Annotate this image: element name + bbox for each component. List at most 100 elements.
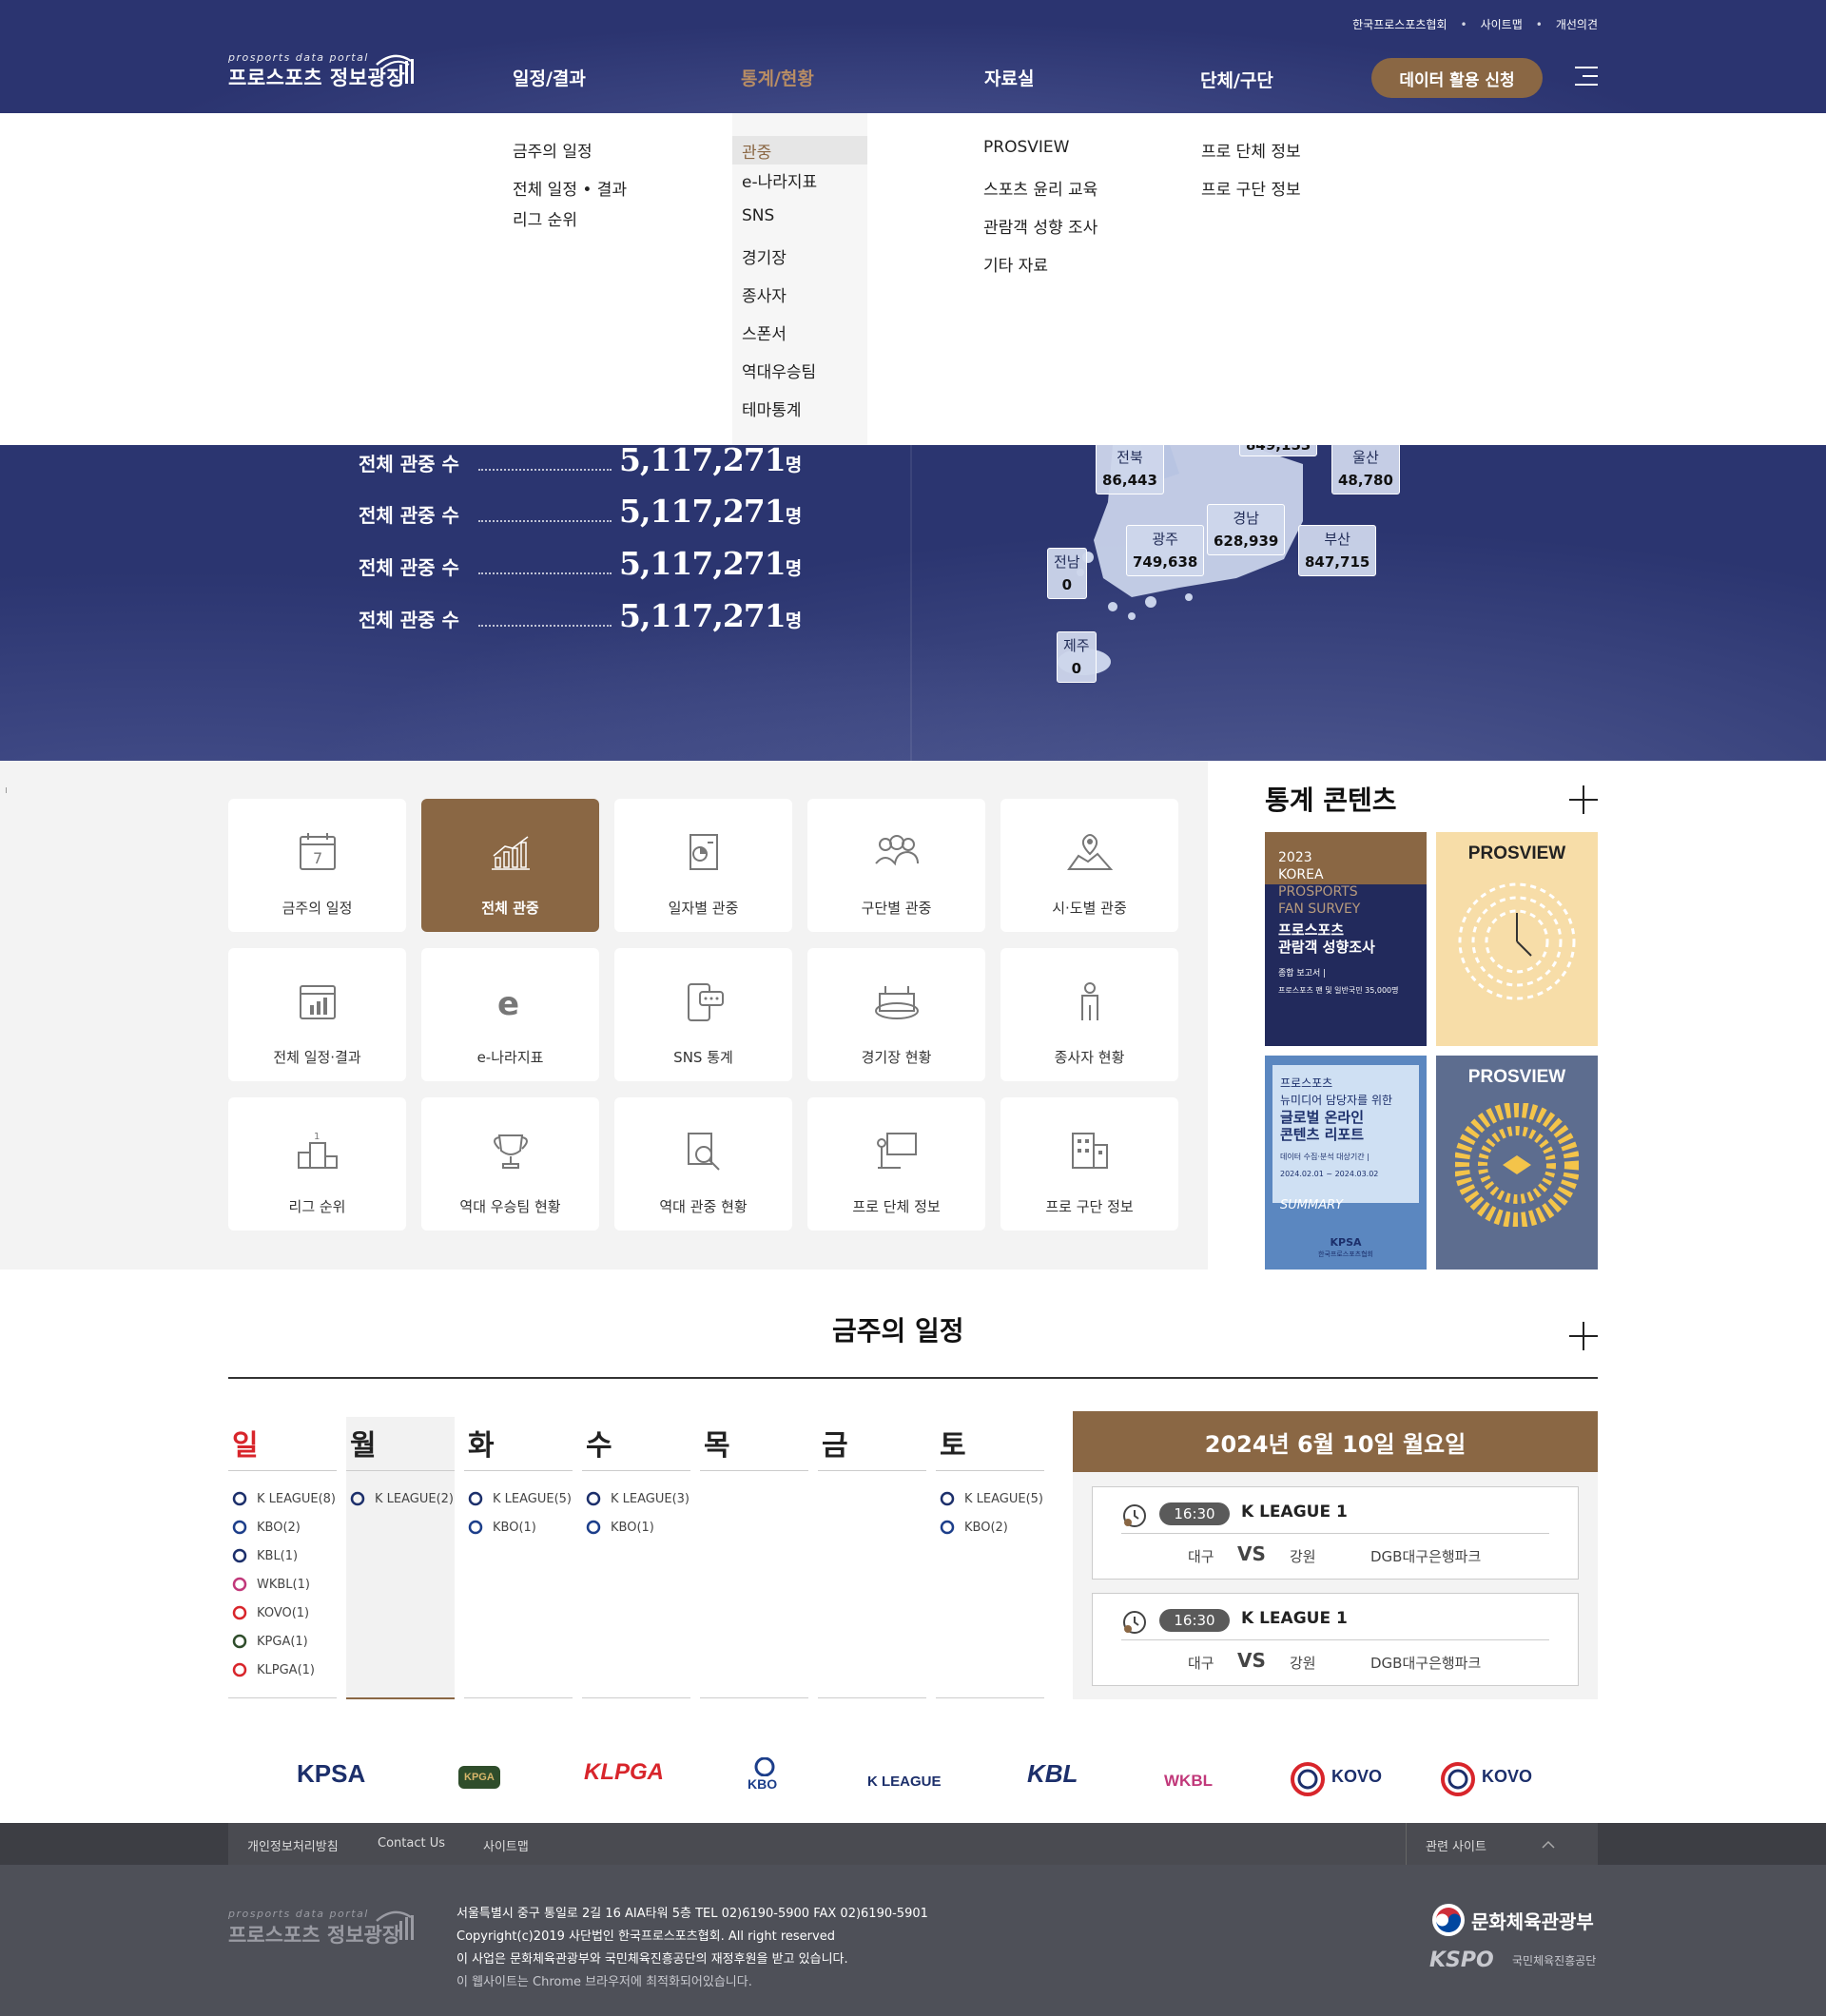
region-badge[interactable]: 849,153	[1239, 445, 1318, 456]
nav-organizations[interactable]: 단체/구단	[1200, 67, 1273, 92]
quick-card[interactable]: e e-나라지표	[421, 948, 599, 1081]
book-global-report[interactable]: 프로스포츠 뉴미디어 담당자를 위한 글로벌 온라인 콘텐츠 리포트 데이터 수…	[1265, 1056, 1427, 1270]
utility-link-feedback[interactable]: 개선의견	[1556, 16, 1598, 32]
footer-link-contact[interactable]: Contact Us	[378, 1836, 445, 1851]
quick-card[interactable]: 전체 일정·결과	[228, 948, 406, 1081]
mega-item-org-info[interactable]: 프로 단체 정보	[1201, 138, 1301, 162]
data-request-button[interactable]: 데이터 활용 신청	[1371, 58, 1543, 98]
day-header[interactable]: 월	[350, 1422, 377, 1464]
footer-link-sitemap[interactable]: 사이트맵	[483, 1836, 529, 1854]
quick-card[interactable]: 구단별 관중	[807, 799, 985, 932]
league-logo-icon	[230, 1605, 249, 1620]
league-entry[interactable]: KBO(1)	[584, 1520, 654, 1535]
partner-logo-klpga[interactable]: KLPGA	[584, 1759, 664, 1786]
mega-item-workers[interactable]: 종사자	[742, 282, 787, 306]
quick-card[interactable]: 역대 우승팀 현황	[421, 1097, 599, 1231]
stat-label: 전체 관중 수	[359, 609, 459, 631]
quick-card[interactable]: 경기장 현황	[807, 948, 985, 1081]
nav-schedule[interactable]: 일정/결과	[513, 65, 586, 90]
league-entry[interactable]: KPGA(1)	[230, 1634, 308, 1649]
region-badge[interactable]: 부산 847,715	[1298, 525, 1377, 576]
league-entry[interactable]: WKBL(1)	[230, 1577, 310, 1592]
related-sites-select[interactable]: 관련 사이트	[1426, 1836, 1486, 1854]
book-prosview-1[interactable]: PROSVIEW	[1436, 832, 1598, 1046]
chevron-up-icon[interactable]	[1541, 1838, 1556, 1850]
plus-icon[interactable]	[1569, 1322, 1598, 1350]
stat-label: 전체 관중 수	[359, 556, 459, 579]
quick-card[interactable]: 일자별 관중	[614, 799, 792, 932]
league-entry[interactable]: KLPGA(1)	[230, 1662, 315, 1677]
quick-card[interactable]: 7 금주의 일정	[228, 799, 406, 932]
book-fan-survey[interactable]: 2023 KOREA PROSPORTS FAN SURVEY 프로스포츠 관람…	[1265, 832, 1427, 1046]
league-entry[interactable]: K LEAGUE(8)	[230, 1491, 336, 1506]
game-away: 강원	[1290, 1548, 1316, 1565]
region-badge[interactable]: 전북 86,443	[1096, 445, 1164, 494]
day-header[interactable]: 수	[586, 1422, 612, 1464]
quick-card[interactable]: 프로 단체 정보	[807, 1097, 985, 1231]
league-entry[interactable]: K LEAGUE(3)	[584, 1491, 690, 1506]
partner-logo-kovo[interactable]: KOVO	[1331, 1767, 1382, 1787]
partner-logo-kbl[interactable]: KBL	[1027, 1759, 1078, 1789]
mega-item-standings[interactable]: 리그 순위	[513, 206, 577, 230]
mega-item-all-results[interactable]: 전체 일정 • 결과	[513, 176, 627, 200]
mega-item-stadium[interactable]: 경기장	[742, 244, 787, 268]
partner-logo-kpga[interactable]: KPGA	[458, 1766, 500, 1789]
region-badge[interactable]: 경남 628,939	[1207, 504, 1286, 555]
game-card[interactable]: 16:30 K LEAGUE 1 대구 VS 강원 DGB대구은행파크	[1092, 1486, 1579, 1580]
mega-item-champions[interactable]: 역대우승팀	[742, 359, 816, 382]
partner-logo-kleague[interactable]: K LEAGUE	[867, 1774, 942, 1790]
partner-logo-kpsa[interactable]: KPSA	[297, 1759, 365, 1789]
league-entry[interactable]: KBO(2)	[938, 1520, 1008, 1535]
mega-item-theme[interactable]: 테마통계	[742, 397, 802, 420]
mega-item-ethics[interactable]: 스포츠 윤리 교육	[983, 176, 1098, 200]
nav-archive[interactable]: 자료실	[984, 65, 1034, 90]
region-badge[interactable]: 전남 0	[1047, 548, 1087, 599]
mega-item-sponsor[interactable]: 스폰서	[742, 320, 787, 344]
mega-item-sns[interactable]: SNS	[742, 206, 774, 225]
utility-link-sitemap[interactable]: 사이트맵	[1481, 16, 1523, 32]
league-entry[interactable]: K LEAGUE(5)	[938, 1491, 1043, 1506]
site-logo[interactable]: prosports data portal 프로스포츠 정보광장	[228, 51, 414, 91]
quick-card[interactable]: 전체 관중	[421, 799, 599, 932]
partner-logo-kbo[interactable]: KBO	[748, 1776, 777, 1792]
menu-icon[interactable]	[1575, 67, 1598, 92]
region-badge[interactable]: 광주 749,638	[1126, 525, 1205, 576]
kspo-logo[interactable]: KSPO	[1429, 1948, 1494, 1972]
league-entry[interactable]: KBL(1)	[230, 1548, 298, 1563]
league-entry[interactable]: KBO(1)	[466, 1520, 536, 1535]
quick-card[interactable]: 역대 관중 현황	[614, 1097, 792, 1231]
day-header[interactable]: 목	[704, 1422, 730, 1464]
league-entry[interactable]: K LEAGUE(2)	[348, 1491, 454, 1506]
game-home: 대구	[1188, 1655, 1214, 1672]
day-header[interactable]: 토	[940, 1422, 966, 1464]
league-entry[interactable]: K LEAGUE(5)	[466, 1491, 572, 1506]
league-entry[interactable]: KOVO(1)	[230, 1605, 309, 1620]
mega-item-survey[interactable]: 관람객 성향 조사	[983, 214, 1098, 238]
ministry-logo[interactable]: 문화체육관광부	[1471, 1907, 1594, 1934]
book-prosview-2[interactable]: PROSVIEW	[1436, 1056, 1598, 1270]
quick-card[interactable]: 종사자 현황	[1000, 948, 1178, 1081]
partner-logo-wkbl[interactable]: WKBL	[1164, 1772, 1213, 1791]
mega-item-club-info[interactable]: 프로 구단 정보	[1201, 176, 1301, 200]
day-header[interactable]: 화	[468, 1422, 495, 1464]
utility-link-association[interactable]: 한국프로스포츠협회	[1352, 16, 1447, 32]
quick-card[interactable]: SNS 통계	[614, 948, 792, 1081]
nav-stats[interactable]: 통계/현황	[741, 65, 814, 90]
region-badge[interactable]: 제주 0	[1057, 631, 1097, 683]
plus-icon[interactable]	[1569, 785, 1598, 814]
mega-item-etc[interactable]: 기타 자료	[983, 252, 1048, 276]
quick-card[interactable]: 1 리그 순위	[228, 1097, 406, 1231]
quick-card[interactable]: 프로 구단 정보	[1000, 1097, 1178, 1231]
quick-card[interactable]: 시·도별 관중	[1000, 799, 1178, 932]
partner-logo-kovo-2[interactable]: KOVO	[1482, 1767, 1532, 1787]
day-header[interactable]: 금	[822, 1422, 848, 1464]
footer-link-privacy[interactable]: 개인정보처리방침	[247, 1836, 339, 1854]
league-entry[interactable]: KBO(2)	[230, 1520, 301, 1535]
mega-item-weekly[interactable]: 금주의 일정	[513, 138, 592, 162]
mega-item-attendance[interactable]: 관중	[742, 139, 771, 163]
game-card[interactable]: 16:30 K LEAGUE 1 대구 VS 강원 DGB대구은행파크	[1092, 1593, 1579, 1686]
mega-item-prosview[interactable]: PROSVIEW	[983, 138, 1069, 157]
day-header[interactable]: 일	[232, 1422, 259, 1464]
region-badge[interactable]: 울산 48,780	[1331, 445, 1400, 494]
mega-item-e-index[interactable]: e-나라지표	[742, 168, 817, 192]
